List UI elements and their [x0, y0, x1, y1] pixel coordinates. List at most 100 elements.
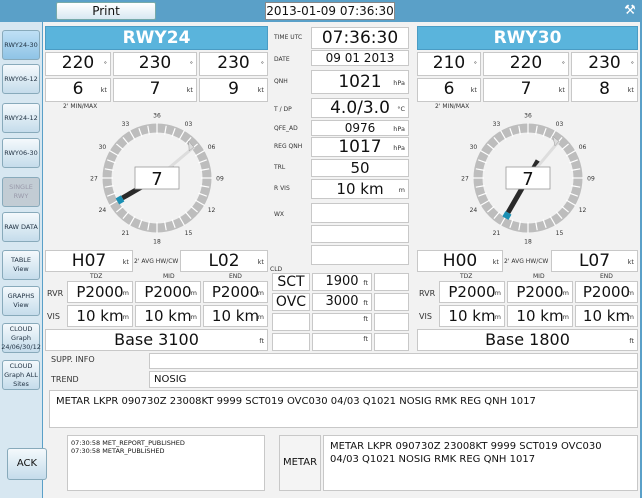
- cloud-graph-all-sites-button[interactable]: CLOUD Graph ALL Sites: [2, 360, 40, 390]
- cloud-height-3: ft: [312, 313, 372, 331]
- rwy-left-vis-tdz: 10 km m: [67, 305, 133, 327]
- rwy-right-mid-label: MID: [533, 273, 545, 280]
- rwy-right-headwind: H00 kt: [417, 250, 503, 272]
- table-view-button[interactable]: TABLE View: [2, 250, 40, 280]
- rwy-right-vis-mid: 10 km m: [507, 305, 573, 327]
- rwy-right-dial-label: 12: [579, 207, 587, 214]
- rwy-left-wind-dir-max: 230 °: [199, 52, 268, 76]
- cloud-height-2: 3000 ft: [312, 293, 372, 311]
- supp-info-field: [149, 353, 638, 369]
- event-log: 07:30:58 MET_REPORT_PUBLISHED 07:30:58 M…: [67, 435, 265, 491]
- print-button[interactable]: Print: [56, 2, 156, 20]
- rwy-left-tdz-label: TDZ: [90, 273, 103, 280]
- rwy-left-dial-label: 36: [153, 113, 161, 120]
- raw-data-button[interactable]: RAW DATA: [2, 212, 40, 242]
- reg-qnh-value: 1017 hPa: [311, 137, 409, 157]
- rwy-left-rvr-tdz: P2000 m: [67, 281, 133, 303]
- supp-info-label: SUPP. INFO: [51, 355, 95, 364]
- rwy-right-vis-tdz: 10 km m: [439, 305, 505, 327]
- rwy-left-dial-label: 09: [216, 176, 224, 183]
- rwy-left-rvr-label: RVR: [47, 289, 64, 298]
- rwy-right-dial-label: 36: [524, 113, 532, 120]
- metar-published: METAR LKPR 090730Z 23008KT 9999 SCT019 O…: [323, 435, 638, 491]
- rwy-right-dial-label: 24: [470, 207, 478, 214]
- wx-field-2: [311, 225, 409, 243]
- wrench-icon[interactable]: ⚒: [622, 3, 638, 19]
- log-entry: 07:30:58 METAR_PUBLISHED: [71, 447, 165, 455]
- rwy-left-vis-label: VIS: [47, 312, 60, 321]
- rwy-left-dial-label: 03: [185, 121, 193, 128]
- sidebar-item-rwy06-30[interactable]: RWY06-30: [2, 138, 40, 168]
- rwy-left-dial-label: 12: [208, 207, 216, 214]
- log-entry: 07:30:58 MET_REPORT_PUBLISHED: [71, 439, 185, 447]
- datetime-display: 2013-01-09 07:36:30: [265, 2, 395, 20]
- rwy-right-rvr-mid: P2000 m: [507, 281, 573, 303]
- cloud-type-2: OVC: [272, 293, 310, 311]
- cloud-type-1: SCT: [272, 273, 310, 291]
- time-value: 07:36:30: [311, 27, 409, 49]
- rwy-left-vis-end: 10 km m: [203, 305, 268, 327]
- rwy-left-dial-label: 06: [208, 144, 216, 151]
- rwy-left-wind-dir-min: 220 °: [45, 52, 111, 76]
- cloud-extra-2: [374, 293, 409, 311]
- time-label: TIME UTC: [274, 34, 303, 41]
- graphs-view-button[interactable]: GRAPHS View: [2, 286, 40, 316]
- main-panel: RWY24 220 ° 230 ° 230 ° 6 kt 7 kt 9 kt 2' MIN/…: [7, 22, 640, 498]
- sidebar: RWY24-30 RWY06-12 RWY24-12 RWY06-30 SING…: [0, 22, 42, 498]
- rwy-left-wind-dir-avg: 230 °: [113, 52, 197, 76]
- cloud-height-1: 1900 ft: [312, 273, 372, 291]
- rwy-left-headwind: H07 kt: [45, 250, 133, 272]
- trend-value: NOSIG: [149, 371, 638, 388]
- sidebar-item-single-rwy: SINGLE RWY: [2, 177, 40, 207]
- cloud-extra-1: [374, 273, 409, 291]
- rwy-left-dial-label: 33: [122, 121, 130, 128]
- trl-label: TRL: [274, 164, 286, 171]
- rwy-right-cloud-base: Base 1800 ft: [417, 329, 638, 351]
- metar-label: METAR: [279, 435, 321, 491]
- sidebar-item-rwy24-30[interactable]: RWY24-30: [2, 30, 40, 60]
- rwy-right-wind-speed-min: 6 kt: [417, 78, 481, 102]
- rwy-right-tdz-label: TDZ: [460, 273, 473, 280]
- sidebar-item-rwy06-12[interactable]: RWY06-12: [2, 64, 40, 94]
- rwy-right-rvr-tdz: P2000 m: [439, 281, 505, 303]
- rvis-label: R VIS: [274, 185, 290, 192]
- rwy-left-dial-label: 21: [122, 230, 130, 237]
- rwy-right-wind-speed-avg: 7 kt: [483, 78, 569, 102]
- ack-button[interactable]: ACK: [7, 448, 47, 480]
- rwy-right-wind-dir-min: 210 °: [417, 52, 481, 76]
- rwy-right-vis-label: VIS: [419, 312, 432, 321]
- rwy-left-avg-label: 2' AVG HW/CW: [134, 258, 179, 265]
- rwy-left-vis-mid: 10 km m: [135, 305, 201, 327]
- rwy-left-rvr-mid: P2000 m: [135, 281, 201, 303]
- rwy-right-rvr-end: P2000 m: [575, 281, 638, 303]
- rwy-right-dial-label: 15: [556, 230, 564, 237]
- rwy-right-vis-end: 10 km m: [575, 305, 638, 327]
- rwy-left-rvr-end: P2000 m: [203, 281, 268, 303]
- tdp-label: T / DP: [274, 106, 292, 113]
- trl-value: 50: [311, 159, 409, 177]
- rwy-right-crosswind: L07 kt: [551, 250, 638, 272]
- date-label: DATE: [274, 56, 290, 63]
- rwy-left-dial-label: 30: [99, 144, 107, 151]
- wx-label: WX: [274, 211, 285, 218]
- rwy-left-dial-value: 7: [151, 169, 162, 190]
- rwy-left-title: RWY24: [45, 26, 268, 50]
- rwy-left-dial-label: 15: [185, 230, 193, 237]
- cloud-graph-runways-button[interactable]: CLOUD Graph 24/06/30/12: [1, 323, 41, 353]
- rwy-left-dial-label: 27: [90, 176, 98, 183]
- rwy-left-end-label: END: [229, 273, 242, 280]
- rwy-right-dial-label: 27: [461, 176, 469, 183]
- rwy-right-dial-label: 09: [587, 176, 595, 183]
- reg-qnh-label: REG QNH: [274, 143, 303, 150]
- rwy-left-wind-speed-avg: 7 kt: [113, 78, 197, 102]
- rwy-left-wind-speed-max: 9 kt: [199, 78, 268, 102]
- rwy-right-title: RWY30: [417, 26, 638, 50]
- trend-label: TREND: [51, 375, 79, 384]
- rwy-left-dial-label: 18: [153, 239, 161, 246]
- rvis-value: 10 km m: [311, 179, 409, 199]
- qfe-label: QFE_AD: [274, 125, 298, 132]
- rwy-right-dial-label: 21: [493, 230, 501, 237]
- rwy-right-dial-label: 33: [493, 121, 501, 128]
- rwy-left-mid-label: MID: [163, 273, 175, 280]
- sidebar-item-rwy24-12[interactable]: RWY24-12: [2, 103, 40, 133]
